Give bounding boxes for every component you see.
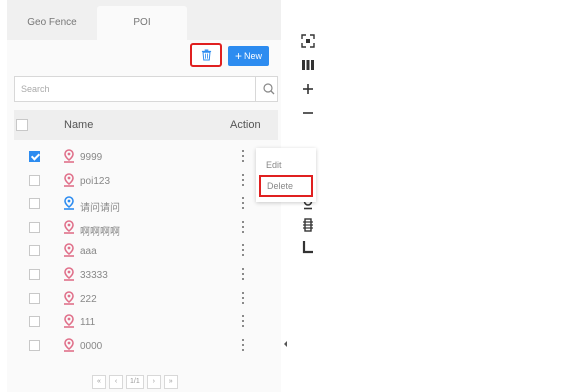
page-indicator: 1/1	[126, 375, 144, 389]
row-checkbox[interactable]	[29, 292, 40, 304]
poi-name: aaa	[80, 246, 97, 258]
more-actions-icon[interactable]	[240, 268, 246, 280]
layers-icon[interactable]	[298, 54, 318, 76]
row-checkbox[interactable]	[29, 174, 40, 186]
row-checkbox[interactable]	[29, 198, 40, 210]
select-all-checkbox[interactable]	[16, 119, 28, 131]
row-checkbox[interactable]	[29, 339, 40, 351]
delete-menu-item[interactable]: Delete	[259, 175, 313, 197]
table-row[interactable]: 33333	[14, 264, 278, 287]
search-divider	[255, 77, 256, 101]
table-row[interactable]: 111	[14, 311, 278, 334]
tab-geo-fence[interactable]: Geo Fence	[7, 6, 97, 40]
new-poi-button[interactable]: + New	[228, 46, 269, 66]
table-row[interactable]: 0000	[14, 335, 278, 358]
delete-selected-button[interactable]	[190, 43, 222, 67]
location-pin-icon	[64, 314, 74, 328]
poi-name: poi123	[80, 175, 111, 187]
location-pin-icon	[64, 219, 74, 234]
tab-poi[interactable]: POI	[97, 6, 187, 40]
line-tool-icon[interactable]	[298, 236, 318, 258]
poi-name: 0000	[80, 340, 103, 352]
search-icon[interactable]	[262, 82, 276, 96]
more-actions-icon[interactable]	[240, 150, 246, 162]
row-checkbox[interactable]	[29, 269, 40, 280]
more-actions-icon[interactable]	[240, 315, 246, 328]
row-action-menu: Edit Delete	[256, 148, 316, 202]
table-row[interactable]: 9999	[14, 146, 278, 169]
location-pin-icon	[64, 337, 74, 352]
poi-name: 9999	[80, 152, 103, 163]
location-pin-icon	[64, 267, 74, 281]
poi-name: 222	[80, 293, 97, 305]
last-page-button[interactable]: »	[163, 375, 178, 389]
table-row[interactable]: 请问请问	[14, 193, 278, 216]
location-pin-icon	[64, 196, 74, 210]
table-row[interactable]: 啊啊啊啊	[14, 217, 278, 240]
location-pin-icon	[64, 243, 74, 258]
search-box	[14, 76, 278, 102]
zoom-out-icon[interactable]	[298, 102, 318, 124]
table-row[interactable]: poi123	[14, 170, 278, 193]
table-row[interactable]: aaa	[14, 240, 278, 263]
plus-icon: +	[234, 49, 242, 63]
row-checkbox[interactable]	[29, 221, 40, 233]
poi-name: 111	[80, 317, 96, 329]
location-pin-icon	[64, 172, 74, 187]
next-page-button[interactable]: ›	[146, 375, 161, 389]
more-actions-icon[interactable]	[240, 338, 246, 351]
row-checkbox[interactable]	[29, 151, 40, 162]
table-row[interactable]: 222	[14, 288, 278, 311]
new-button-label: New	[244, 51, 263, 61]
fullscreen-icon[interactable]	[298, 30, 318, 52]
column-name-header: Name	[64, 119, 94, 131]
more-actions-icon[interactable]	[240, 197, 246, 210]
search-input[interactable]	[15, 77, 249, 101]
location-pin-icon	[64, 290, 74, 305]
more-actions-icon[interactable]	[240, 244, 246, 257]
poi-name: 33333	[80, 270, 108, 281]
poi-name: 啊啊啊啊	[80, 226, 120, 238]
column-action-header: Action	[230, 119, 261, 131]
zoom-in-icon[interactable]	[298, 78, 318, 100]
first-page-button[interactable]: «	[92, 375, 106, 389]
traffic-icon[interactable]	[298, 214, 318, 236]
location-pin-icon	[64, 149, 74, 163]
collapse-panel-handle[interactable]	[281, 327, 290, 361]
more-actions-icon[interactable]	[240, 291, 246, 304]
row-checkbox[interactable]	[29, 316, 40, 328]
pagination: « ‹ 1/1 › »	[92, 375, 178, 389]
more-actions-icon[interactable]	[240, 173, 246, 186]
poi-name: 请问请问	[80, 203, 120, 215]
edit-menu-item[interactable]: Edit	[266, 160, 282, 170]
prev-page-button[interactable]: ‹	[109, 375, 123, 389]
trash-icon	[201, 49, 211, 61]
row-checkbox[interactable]	[29, 245, 40, 257]
more-actions-icon[interactable]	[240, 220, 246, 233]
